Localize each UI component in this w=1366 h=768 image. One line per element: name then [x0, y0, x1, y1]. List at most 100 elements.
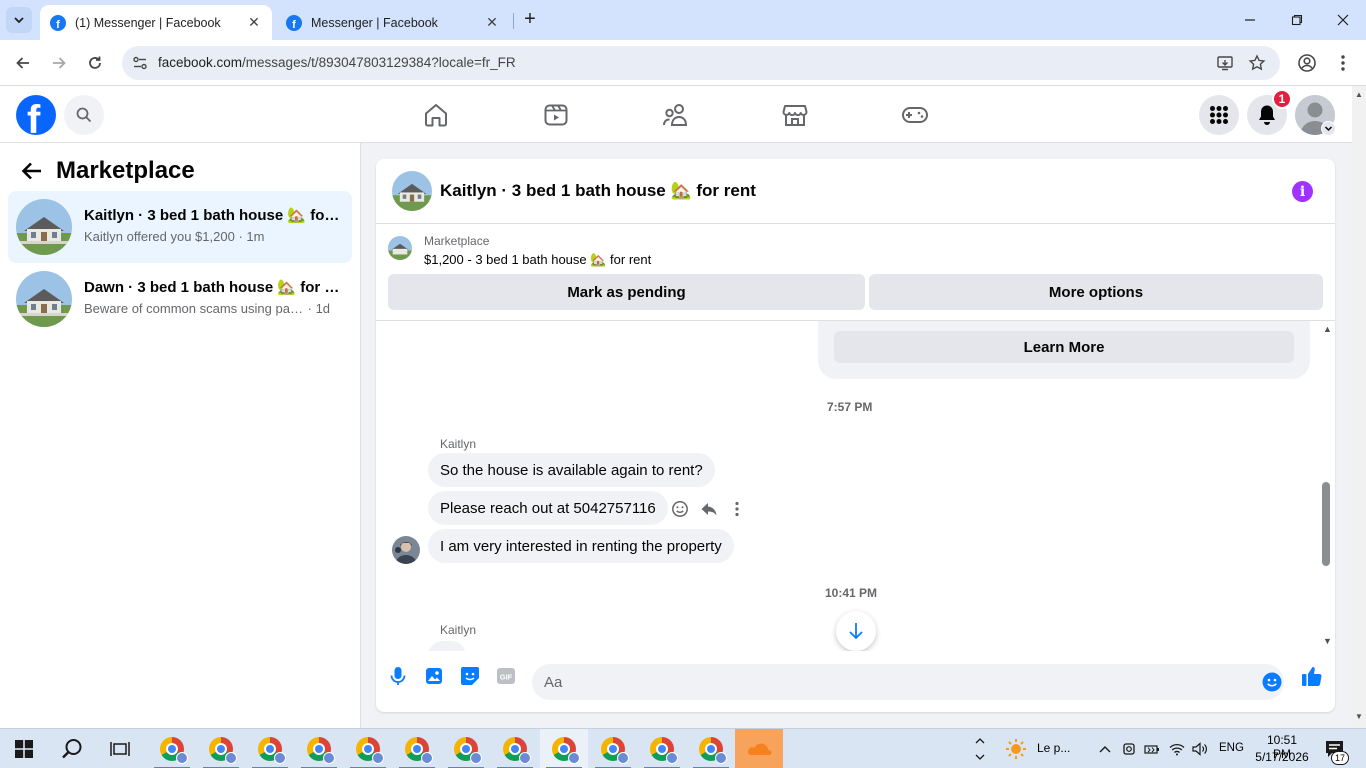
info-icon[interactable]: i: [1292, 181, 1313, 202]
taskbar-search-button[interactable]: [48, 729, 96, 768]
tray-scroll[interactable]: [970, 729, 990, 768]
conversation-item-dawn[interactable]: Dawn · 3 bed 1 bath house 🏡 for rent Bew…: [8, 263, 352, 335]
back-button[interactable]: [18, 157, 46, 185]
taskbar-chrome-window[interactable]: [687, 729, 735, 768]
browser-tab-strip: f (1) Messenger | Facebook ✕ f Messenger…: [0, 0, 1366, 40]
input-language[interactable]: ENG: [1219, 742, 1244, 754]
close-window-button[interactable]: [1331, 8, 1355, 32]
chevron-down-icon: [1324, 126, 1333, 132]
scroll-up-arrow-icon[interactable]: ▲: [1355, 90, 1363, 99]
taskbar-chrome-window[interactable]: [491, 729, 539, 768]
more-options-button[interactable]: More options: [869, 274, 1323, 310]
tray-battery[interactable]: [1141, 729, 1163, 768]
conversation-snippet: Beware of common scams using payment app…: [84, 301, 304, 316]
separator-dot: ·: [234, 229, 247, 244]
bookmark-star-icon[interactable]: [1248, 54, 1266, 72]
listing-thumbnail[interactable]: [388, 236, 412, 260]
taskbar-chrome-window-active[interactable]: [540, 729, 588, 768]
close-tab-icon[interactable]: ✕: [484, 14, 500, 31]
sticker-button[interactable]: [458, 664, 482, 688]
menu-button[interactable]: [1199, 95, 1239, 135]
groups-icon: [663, 104, 688, 126]
timestamp: 7:57 PM: [827, 400, 873, 414]
learn-more-button[interactable]: Learn More: [834, 331, 1294, 363]
svg-text:GIF: GIF: [500, 673, 513, 682]
taskbar-chrome-window[interactable]: [393, 729, 441, 768]
taskbar-chrome-window[interactable]: [589, 729, 637, 768]
reload-icon: [89, 56, 101, 69]
message-bubble[interactable]: So the house is available again to rent?: [428, 453, 715, 487]
new-tab-button[interactable]: +: [520, 9, 540, 30]
page-scrollbar[interactable]: ▲ ▼: [1352, 86, 1366, 728]
browser-tab-messenger[interactable]: f Messenger | Facebook ✕: [276, 5, 510, 40]
message-bubble[interactable]: Please reach out at 5042757116: [428, 491, 668, 525]
profile-icon[interactable]: [1297, 53, 1317, 73]
message-bubble-partial[interactable]: [428, 641, 466, 651]
chat-title[interactable]: Kaitlyn · 3 bed 1 bath house 🏡 for rent: [440, 181, 756, 201]
tab-search-button[interactable]: [6, 7, 32, 33]
tray-network[interactable]: [1166, 729, 1188, 768]
attach-photo-button[interactable]: [422, 664, 446, 688]
taskbar-chrome-window[interactable]: [295, 729, 343, 768]
gif-button[interactable]: GIF: [494, 664, 518, 688]
search-button[interactable]: [64, 95, 104, 135]
conversation-time: 1m: [246, 229, 265, 244]
thumbs-up-icon: [1302, 667, 1322, 687]
nav-groups[interactable]: [661, 100, 691, 130]
send-like-button[interactable]: [1300, 664, 1324, 688]
close-tab-icon[interactable]: ✕: [246, 14, 262, 31]
taskbar-chrome-window[interactable]: [442, 729, 490, 768]
search-icon: [62, 739, 82, 759]
more-actions-button[interactable]: [727, 499, 747, 519]
kebab-menu-icon[interactable]: [1334, 53, 1352, 73]
reply-button[interactable]: [699, 499, 719, 519]
scroll-down-arrow-icon[interactable]: ▼: [1323, 636, 1332, 646]
show-hidden-icons[interactable]: [1094, 729, 1116, 768]
mark-as-pending-button[interactable]: Mark as pending: [388, 274, 865, 310]
chat-house-thumbnail[interactable]: [392, 171, 432, 211]
back-button[interactable]: [11, 51, 35, 75]
address-bar[interactable]: facebook.com/messages/t/893047803129384?…: [122, 46, 1280, 80]
install-app-icon[interactable]: [1216, 54, 1234, 72]
taskbar-chrome-window[interactable]: [638, 729, 686, 768]
restore-icon: [1291, 14, 1303, 26]
task-view-icon: [110, 742, 130, 756]
react-button[interactable]: [670, 499, 690, 519]
facebook-logo-icon[interactable]: f: [16, 95, 56, 135]
taskbar-cloudflare-app[interactable]: [735, 729, 783, 768]
conversation-item-kaitlyn[interactable]: Kaitlyn · 3 bed 1 bath house 🏡 for rent …: [8, 191, 352, 263]
weather-widget[interactable]: [996, 729, 1036, 768]
taskbar-chrome-window[interactable]: [246, 729, 294, 768]
browser-tab-messenger-active[interactable]: f (1) Messenger | Facebook ✕: [40, 5, 272, 40]
weather-text[interactable]: Le p...: [1037, 741, 1070, 755]
minimize-button[interactable]: [1238, 8, 1262, 32]
start-button[interactable]: [0, 729, 48, 768]
nav-video[interactable]: [541, 100, 571, 130]
account-caret[interactable]: [1321, 121, 1336, 136]
nav-gaming[interactable]: [900, 100, 930, 130]
message-scrollbar-thumb[interactable]: [1322, 482, 1330, 566]
taskbar-chrome-window[interactable]: [148, 729, 196, 768]
chrome-icon: [552, 737, 580, 764]
taskbar-chrome-window[interactable]: [197, 729, 245, 768]
restore-button[interactable]: [1285, 8, 1309, 32]
nav-marketplace[interactable]: [780, 100, 810, 130]
scroll-to-bottom-button[interactable]: [836, 611, 876, 651]
tray-volume[interactable]: [1189, 729, 1211, 768]
scroll-up-arrow-icon[interactable]: ▲: [1323, 324, 1332, 334]
message-input[interactable]: [532, 664, 1284, 700]
taskbar-chrome-window[interactable]: [344, 729, 392, 768]
emoji-button[interactable]: [1260, 670, 1284, 694]
tray-meet-now[interactable]: [1118, 729, 1140, 768]
clock-date[interactable]: 5/17/2026: [1254, 750, 1310, 764]
nav-home[interactable]: [421, 100, 451, 130]
voice-clip-button[interactable]: [386, 664, 410, 688]
forward-button[interactable]: [47, 51, 71, 75]
sender-avatar[interactable]: [392, 536, 420, 564]
site-settings-icon[interactable]: [132, 55, 148, 71]
message-bubble[interactable]: I am very interested in renting the prop…: [428, 529, 734, 563]
task-view-button[interactable]: [96, 729, 144, 768]
reload-button[interactable]: [83, 51, 107, 75]
listing-title[interactable]: $1,200 - 3 bed 1 bath house 🏡 for rent: [424, 252, 651, 268]
scroll-down-arrow-icon[interactable]: ▼: [1355, 712, 1363, 721]
